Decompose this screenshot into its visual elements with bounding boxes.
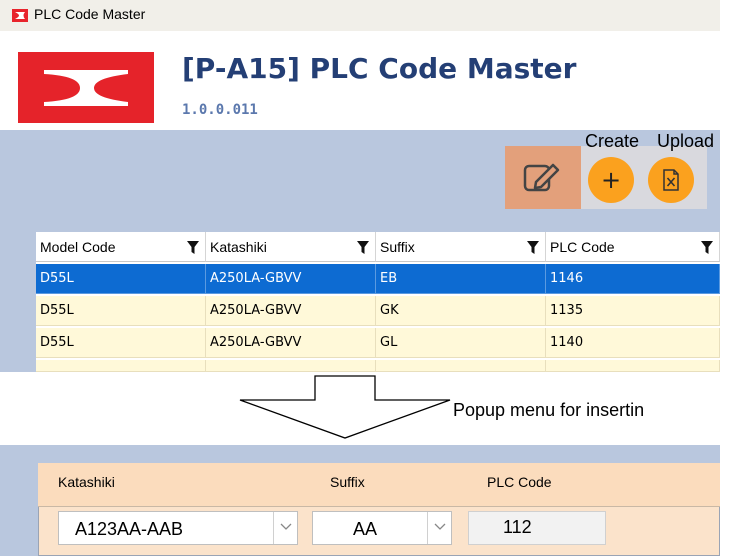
column-header-katashiki[interactable]: Katashiki	[206, 232, 376, 262]
cell-suffix[interactable]: GK	[376, 296, 546, 326]
cell-partial	[206, 360, 376, 372]
edit-icon	[523, 163, 560, 192]
chevron-down-icon	[434, 523, 446, 530]
popup-header-suffix: Suffix	[330, 474, 365, 490]
edit-button[interactable]	[505, 146, 581, 209]
filter-icon[interactable]	[527, 241, 539, 254]
window-title: PLC Code Master	[34, 6, 146, 22]
suffix-dropdown-toggle[interactable]	[427, 512, 451, 544]
cell-katashiki[interactable]: A250LA-GBVV	[206, 296, 376, 326]
cell-katashiki[interactable]: A250LA-GBVV	[206, 328, 376, 358]
cell-plc-code[interactable]: 1146	[546, 264, 720, 294]
plc-code-grid: Model Code Katashiki Suffix PLC Code D55…	[36, 232, 720, 372]
plc-code-input[interactable]: 112	[468, 511, 606, 545]
cell-plc-code[interactable]: 1135	[546, 296, 720, 326]
cell-model-code[interactable]: D55L	[36, 264, 206, 294]
filter-icon[interactable]	[357, 241, 369, 254]
cell-katashiki[interactable]: A250LA-GBVV	[206, 264, 376, 294]
app-version: 1.0.0.011	[182, 102, 258, 118]
table-row[interactable]: D55L A250LA-GBVV GK 1135	[36, 296, 720, 326]
cell-partial	[36, 360, 206, 372]
popup-header-katashiki: Katashiki	[58, 474, 115, 490]
page-title: [P-A15] PLC Code Master	[182, 52, 577, 85]
column-header-plc-code[interactable]: PLC Code	[546, 232, 720, 262]
plc-code-value: 112	[503, 517, 532, 537]
column-header-label: Suffix	[380, 239, 415, 255]
cell-plc-code[interactable]: 1140	[546, 328, 720, 358]
cell-partial	[546, 360, 720, 372]
app-icon	[12, 9, 28, 22]
katashiki-dropdown[interactable]: A123AA-AAB	[58, 511, 298, 545]
column-header-suffix[interactable]: Suffix	[376, 232, 546, 262]
annotation-note: Popup menu for insertin	[453, 400, 645, 420]
chevron-down-icon	[280, 523, 292, 530]
upload-button[interactable]	[648, 157, 694, 203]
brand-logo	[18, 52, 154, 123]
table-row[interactable]: D55L A250LA-GBVV GL 1140	[36, 328, 720, 358]
plus-icon: +	[600, 166, 622, 194]
popup-header-plc-code: PLC Code	[487, 474, 552, 490]
cell-partial	[376, 360, 546, 372]
cell-suffix[interactable]: GL	[376, 328, 546, 358]
down-arrow-icon	[239, 375, 451, 439]
column-header-model-code[interactable]: Model Code	[36, 232, 206, 262]
suffix-dropdown[interactable]: AA	[312, 511, 452, 545]
table-row-partial	[36, 360, 720, 372]
cell-model-code[interactable]: D55L	[36, 328, 206, 358]
upload-label: Upload	[657, 131, 715, 151]
cell-model-code[interactable]: D55L	[36, 296, 206, 326]
column-header-label: PLC Code	[550, 239, 615, 255]
filter-icon[interactable]	[701, 241, 713, 254]
suffix-value: AA	[353, 519, 378, 539]
column-header-label: Katashiki	[210, 239, 267, 255]
create-label: Create	[585, 131, 640, 151]
cell-suffix[interactable]: EB	[376, 264, 546, 294]
create-button[interactable]: +	[588, 157, 634, 203]
katashiki-value: A123AA-AAB	[75, 519, 184, 539]
filter-icon[interactable]	[187, 241, 199, 254]
popup-header	[38, 463, 720, 507]
katashiki-dropdown-toggle[interactable]	[273, 512, 297, 544]
table-row[interactable]: D55L A250LA-GBVV EB 1146	[36, 264, 720, 294]
excel-file-icon	[663, 169, 679, 191]
column-header-label: Model Code	[40, 239, 116, 255]
